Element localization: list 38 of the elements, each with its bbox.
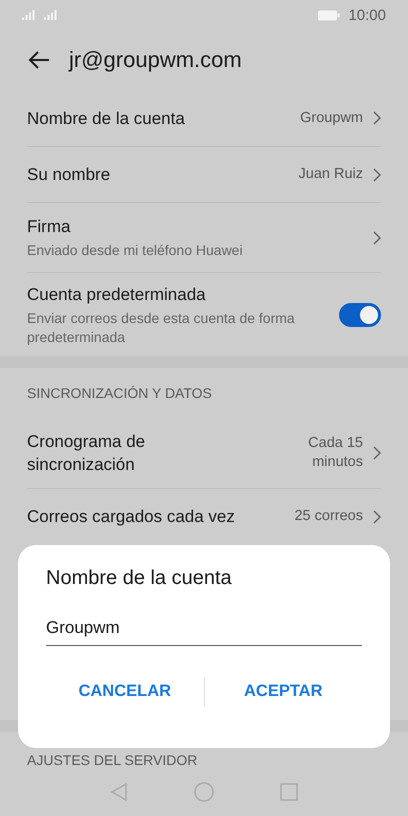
battery-icon [318,10,340,20]
back-nav-icon[interactable] [110,782,128,802]
settings-row[interactable]: Correos cargados cada vez 25 correos [27,488,381,544]
setting-label: Nombre de la cuenta [27,108,186,130]
status-time: 10:00 [348,6,386,24]
dialog-button[interactable]: ACEPTAR [204,672,362,711]
input-field[interactable]: Groupwm [46,618,362,646]
chevron-icon [373,510,381,524]
dialog-button[interactable]: CANCELAR [46,672,204,711]
settings-row[interactable]: Firma Enviado desde mi teléfono Huawei [27,202,381,272]
chevron-icon [373,230,381,244]
setting-label: Firma [27,216,72,238]
toggle-switch[interactable] [339,302,381,326]
signal-icon [22,10,36,20]
settings-row[interactable]: Su nombre Juan Ruiz [27,146,381,202]
settings-row[interactable]: Cronograma de sincronización Cada 15 minutos [27,418,381,488]
setting-description: Enviado desde mi teléfono Huawei [27,241,244,260]
chevron-icon [373,168,381,182]
setting-label: Su nombre [27,164,112,186]
setting-value: 25 correos [294,507,363,526]
page-title: jr@groupwm.com [69,47,242,73]
chevron-icon [373,446,381,460]
setting-value: Juan Ruiz [298,165,363,184]
settings-row[interactable]: Nombre de la cuenta Groupwm [27,90,381,146]
setting-value: Cada 15 minutos [307,434,363,472]
dialog-title: Nombre de la cuenta [46,567,233,590]
recents-nav-icon[interactable] [280,783,298,801]
section-header: AJUSTES DEL SERVIDOR [26,751,198,768]
setting-label: Cronograma de sincronización [27,431,146,476]
setting-label: Correos cargados cada vez [27,506,236,528]
setting-label: Cuenta predeterminada [27,284,207,306]
setting-value: Groupwm [300,108,363,128]
back-arrow-icon[interactable] [27,50,51,70]
section-header: SINCRONIZACIÓN Y DATOS [26,384,213,403]
setting-description: Enviar correos desde esta cuenta de forma predeterminada [27,308,296,346]
signal-icon [44,10,58,20]
home-nav-icon[interactable] [194,782,214,802]
chevron-icon [373,111,381,125]
